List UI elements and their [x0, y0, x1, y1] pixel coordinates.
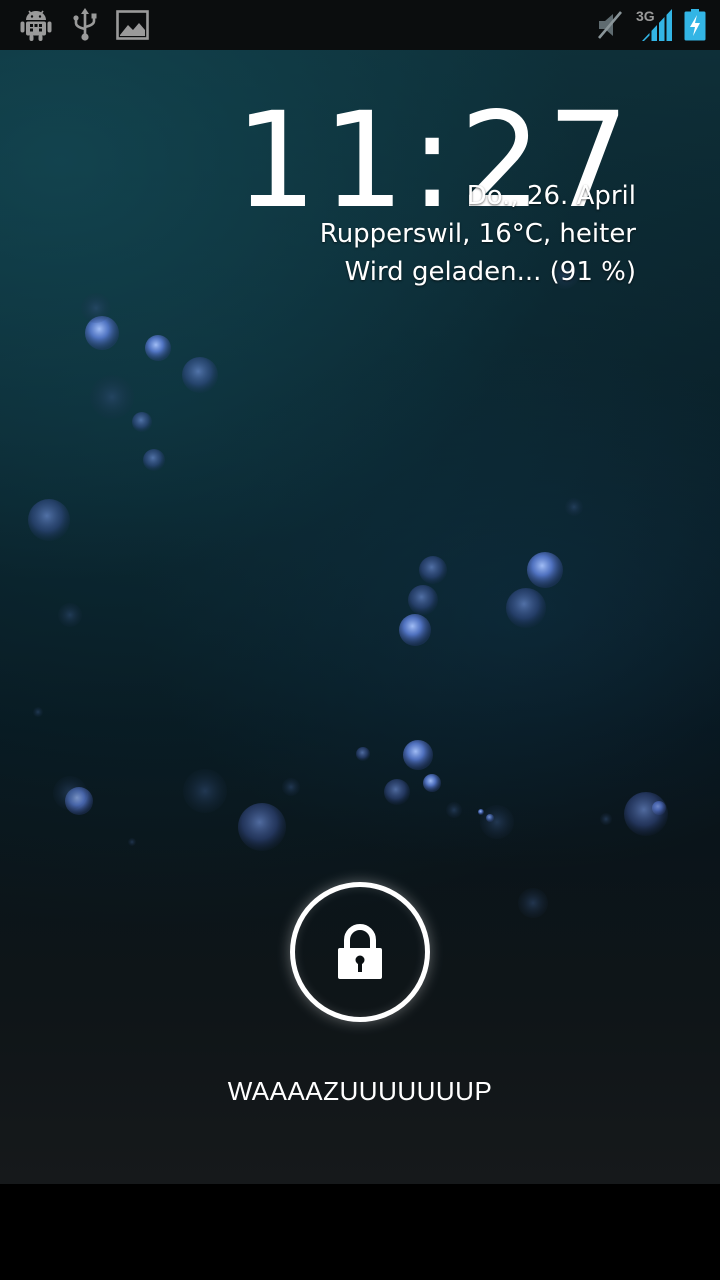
padlock-icon: [338, 924, 382, 979]
screenshot-image-icon: [116, 0, 149, 50]
network-type-label: 3G: [636, 8, 655, 24]
status-bar: 3G: [0, 0, 720, 50]
weather-text: Rupperswil, 16°C, heiter: [319, 219, 636, 249]
android-debug-icon: [20, 0, 52, 50]
battery-status-text: Wird geladen... (91 %): [344, 257, 636, 287]
date-text: Do., 26. April: [466, 181, 636, 211]
navigation-bar-area: [0, 1184, 720, 1280]
usb-icon: [72, 0, 98, 50]
signal-3g-icon: 3G: [636, 0, 678, 50]
lock-screen: 3G 11:27 Do., 26. April Rupperswil, 16°C…: [0, 0, 720, 1280]
owner-info-text: WAAAAZUUUUUUUP: [227, 1076, 493, 1106]
battery-charging-icon: [684, 0, 706, 50]
muted-speaker-icon: [596, 0, 624, 50]
unlock-ring-button[interactable]: [290, 882, 430, 1022]
